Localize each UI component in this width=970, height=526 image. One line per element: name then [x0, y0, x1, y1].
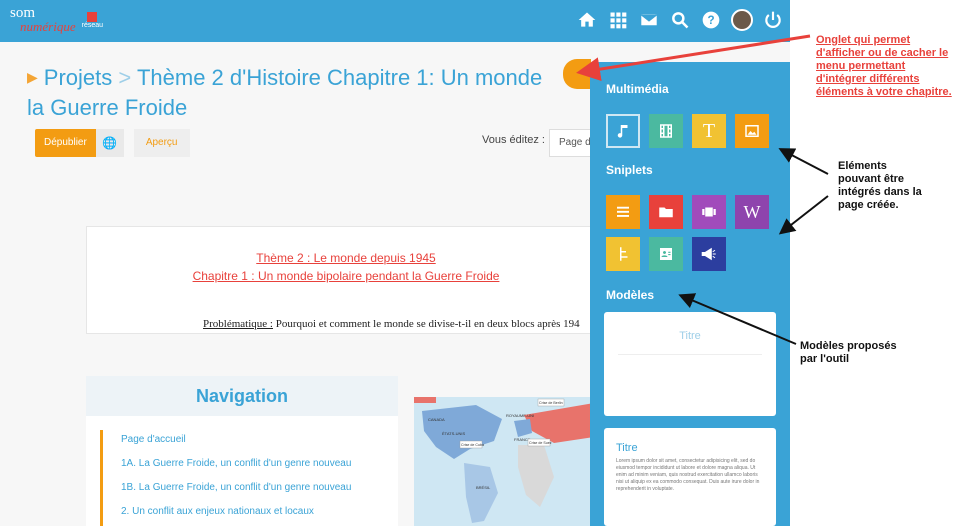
- breadcrumb: ▶ Projets > Thème 2 d'Histoire Chapitre 1…: [27, 62, 587, 123]
- nav-link-2[interactable]: 2. Un conflit aux enjeux nationaux et lo…: [121, 502, 351, 526]
- breadcrumb-root[interactable]: Projets: [44, 65, 112, 90]
- megaphone-icon[interactable]: [692, 237, 726, 271]
- model-template-divider: [618, 354, 762, 355]
- note-elements-line: Eléments: [838, 160, 887, 172]
- network-logo-square: [87, 11, 98, 22]
- publish-toolbar: Dépublier 🌐 Aperçu: [35, 129, 190, 157]
- wikipedia-icon[interactable]: W: [735, 195, 769, 229]
- model-template2-title: Titre: [616, 442, 638, 454]
- nav-link-home[interactable]: Page d'accueil: [121, 430, 351, 454]
- power-icon[interactable]: [762, 9, 784, 31]
- model-template-title-text-block[interactable]: Titre Lorem ipsum dolor sit amet, consec…: [604, 428, 776, 526]
- note-models-line: Modèles proposés: [800, 340, 897, 352]
- logo-accent-text: numérique: [20, 19, 76, 34]
- map-label-berlin-crisis: Crise de Berlin: [539, 401, 563, 405]
- document-block[interactable]: Thème 2 : Le monde depuis 1945 Chapitre …: [86, 226, 606, 334]
- map-label-brazil: BRÉSIL: [476, 485, 491, 490]
- note-toggle-line: Onglet qui permet: [816, 34, 911, 46]
- avatar[interactable]: [731, 9, 753, 31]
- models-title: Modèles: [606, 288, 655, 302]
- nav-link-1a[interactable]: 1A. La Guerre Froide, un conflit d'un ge…: [121, 454, 351, 478]
- top-icon-bar: ?: [576, 9, 784, 31]
- panel-toggle-tab[interactable]: [563, 59, 591, 89]
- document-title-line2: Chapitre 1 : Un monde bipolaire pendant …: [192, 269, 500, 283]
- map-label-uk: ROYAUME-UNI: [506, 413, 534, 418]
- nav-link-1b[interactable]: 1B. La Guerre Froide, un conflit d'un ge…: [121, 478, 351, 502]
- mail-icon[interactable]: [638, 9, 660, 31]
- model-template2-body: Lorem ipsum dolor sit amet, consectetur …: [616, 458, 760, 492]
- note-toggle-line: menu permettant: [816, 60, 906, 72]
- breadcrumb-arrow-icon: ▶: [27, 69, 38, 85]
- preview-button[interactable]: Aperçu: [133, 129, 190, 157]
- note-elements: Eléments pouvant être intégrés dans la p…: [838, 160, 922, 212]
- document-title-line1: Thème 2 : Le monde depuis 1945: [256, 251, 436, 265]
- contact-card-icon[interactable]: [649, 237, 683, 271]
- map-label-usa: ÉTATS-UNIS: [442, 431, 466, 436]
- note-elements-line: intégrés dans la: [838, 186, 922, 198]
- folder-icon[interactable]: [649, 195, 683, 229]
- note-elements-line: pouvant être: [838, 173, 905, 185]
- apps-grid-icon[interactable]: [607, 9, 629, 31]
- cold-war-map-image: CANADA ÉTATS-UNIS BRÉSIL FRANCE ROYAUME-…: [414, 397, 594, 526]
- editing-label: Vous éditez :: [482, 134, 545, 146]
- unpublish-button[interactable]: Dépublier: [35, 129, 96, 157]
- timeline-icon[interactable]: [606, 237, 640, 271]
- list-icon[interactable]: [606, 195, 640, 229]
- note-toggle-line: d'afficher ou de cacher le: [816, 47, 949, 59]
- svg-text:?: ?: [707, 14, 714, 27]
- note-toggle-tab: Onglet qui permet d'afficher ou de cache…: [816, 34, 952, 99]
- globe-icon[interactable]: 🌐: [95, 129, 124, 157]
- help-icon[interactable]: ?: [700, 9, 722, 31]
- home-icon[interactable]: [576, 9, 598, 31]
- note-elements-line: page créée.: [838, 199, 899, 211]
- image-icon[interactable]: [735, 114, 769, 148]
- film-icon[interactable]: [649, 114, 683, 148]
- note-toggle-line: d'intégrer différents: [816, 73, 920, 85]
- text-icon[interactable]: T: [692, 114, 726, 148]
- note-toggle-line: éléments à votre chapitre.: [816, 86, 952, 98]
- navigation-title: Navigation: [86, 376, 398, 416]
- logo-text: som numérique: [10, 6, 76, 34]
- page-title: Thème 2 d'Histoire Chapitre 1: Un monde: [136, 65, 543, 90]
- top-bar: som numérique réseau ?: [0, 0, 790, 42]
- app-logo[interactable]: som numérique réseau: [10, 6, 103, 34]
- navigation-list: Page d'accueil 1A. La Guerre Froide, un …: [100, 430, 351, 526]
- slides-icon[interactable]: [692, 195, 726, 229]
- note-models-line: par l'outil: [800, 353, 850, 365]
- search-icon[interactable]: [669, 9, 691, 31]
- map-label-canada: CANADA: [428, 417, 445, 422]
- network-logo: réseau: [81, 11, 104, 29]
- insert-elements-panel: Multimédia T Sniplets W Modèles Titre Ti…: [590, 62, 790, 526]
- model-template-title[interactable]: Titre: [604, 312, 776, 416]
- network-logo-text: réseau: [81, 21, 104, 29]
- map-label-cuba-crisis: Crise de Cuba: [461, 443, 484, 447]
- page-title-line2: la Guerre Froide: [27, 95, 188, 120]
- breadcrumb-separator: >: [118, 65, 132, 90]
- problem-statement: Problématique : Pourquoi et comment le m…: [203, 318, 580, 330]
- model-template-title-text: Titre: [679, 330, 701, 342]
- multimedia-title: Multimédia: [606, 82, 669, 96]
- map-label-suez-crisis: Crise de Suez: [529, 441, 552, 445]
- problem-label: Problématique :: [203, 318, 273, 330]
- navigation-block: Navigation Page d'accueil 1A. La Guerre …: [86, 376, 398, 526]
- note-models: Modèles proposés par l'outil: [800, 340, 897, 366]
- sniplets-title: Sniplets: [606, 163, 653, 177]
- problem-text: Pourquoi et comment le monde se divise-t…: [272, 318, 580, 330]
- music-note-icon[interactable]: [606, 114, 640, 148]
